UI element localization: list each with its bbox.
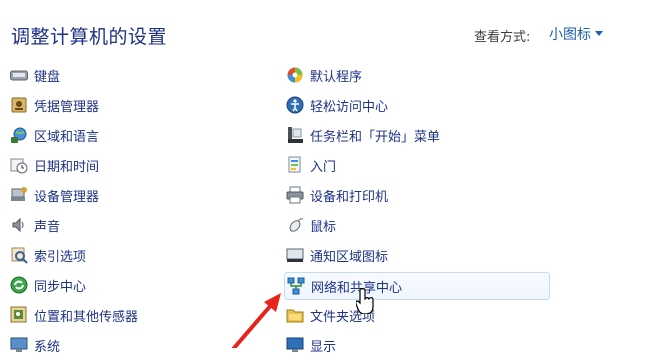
item-sync-center-label: 同步中心: [34, 279, 87, 295]
item-sound[interactable]: 声音: [10, 212, 60, 238]
taskbar-start-menu-icon: [286, 126, 304, 144]
item-keyboard-label: 键盘: [34, 69, 61, 85]
item-device-manager[interactable]: 设备管理器: [10, 182, 99, 208]
date-time-icon: [10, 156, 28, 174]
item-network-sharing[interactable]: 网络和共享中心: [284, 272, 550, 300]
item-location-sensors-label: 位置和其他传感器: [34, 309, 139, 325]
display-icon: [286, 336, 304, 354]
item-date-time[interactable]: 日期和时间: [10, 152, 99, 178]
item-indexing-options-label: 索引选项: [34, 249, 87, 265]
notification-area-icon: [286, 246, 304, 264]
item-indexing-options[interactable]: 索引选项: [10, 242, 86, 268]
item-ease-of-access-label: 轻松访问中心: [310, 99, 389, 115]
item-default-programs-label: 默认程序: [310, 69, 363, 85]
item-mouse[interactable]: 鼠标: [286, 212, 336, 238]
ease-of-access-icon: [286, 96, 304, 114]
getting-started-icon: [286, 156, 304, 174]
system-icon: [10, 336, 28, 354]
printer-icon: [286, 186, 304, 204]
keyboard-icon: [10, 66, 28, 84]
item-display-label: 显示: [310, 339, 337, 355]
item-getting-started-label: 入门: [310, 159, 337, 175]
view-by-dropdown[interactable]: 小图标: [549, 24, 603, 44]
device-manager-icon: [10, 186, 28, 204]
speaker-icon: [10, 216, 28, 234]
item-region-language[interactable]: 区域和语言: [10, 122, 99, 148]
item-location-sensors[interactable]: 位置和其他传感器: [10, 302, 138, 328]
item-sound-label: 声音: [34, 219, 61, 235]
item-system[interactable]: 系统: [10, 332, 60, 358]
region-language-icon: [10, 126, 28, 144]
indexing-options-icon: [10, 246, 28, 264]
page-title: 调整计算机的设置: [11, 26, 168, 48]
item-taskbar-start-menu-label: 任务栏和「开始」菜单: [310, 129, 441, 145]
item-notification-area-label: 通知区域图标: [310, 249, 389, 265]
default-programs-icon: [286, 66, 304, 84]
view-by-label: 查看方式:: [474, 30, 531, 45]
credential-manager-icon: [10, 96, 28, 114]
sync-center-icon: [10, 276, 28, 294]
item-getting-started[interactable]: 入门: [286, 152, 336, 178]
hand-cursor-icon: [356, 288, 374, 314]
header: 调整计算机的设置 查看方式: 小图标: [0, 0, 659, 62]
item-devices-printers[interactable]: 设备和打印机: [286, 182, 388, 208]
item-region-language-label: 区域和语言: [34, 129, 100, 145]
view-by-value: 小图标: [549, 27, 591, 43]
mouse-icon: [286, 216, 304, 234]
item-taskbar-start-menu[interactable]: 任务栏和「开始」菜单: [286, 122, 440, 148]
location-sensors-icon: [10, 306, 28, 324]
item-date-time-label: 日期和时间: [34, 159, 100, 175]
item-device-manager-label: 设备管理器: [34, 189, 100, 205]
item-credential-manager[interactable]: 凭据管理器: [10, 92, 99, 118]
item-display[interactable]: 显示: [286, 332, 336, 358]
item-credential-manager-label: 凭据管理器: [34, 99, 100, 115]
item-sync-center[interactable]: 同步中心: [10, 272, 86, 298]
chevron-down-icon: [595, 30, 603, 36]
item-default-programs[interactable]: 默认程序: [286, 62, 362, 88]
item-devices-printers-label: 设备和打印机: [310, 189, 389, 205]
network-icon: [287, 277, 305, 295]
item-mouse-label: 鼠标: [310, 219, 337, 235]
item-ease-of-access[interactable]: 轻松访问中心: [286, 92, 388, 118]
item-keyboard[interactable]: 键盘: [10, 62, 60, 88]
item-notification-area[interactable]: 通知区域图标: [286, 242, 388, 268]
item-system-label: 系统: [34, 339, 61, 355]
folder-options-icon: [286, 306, 304, 324]
